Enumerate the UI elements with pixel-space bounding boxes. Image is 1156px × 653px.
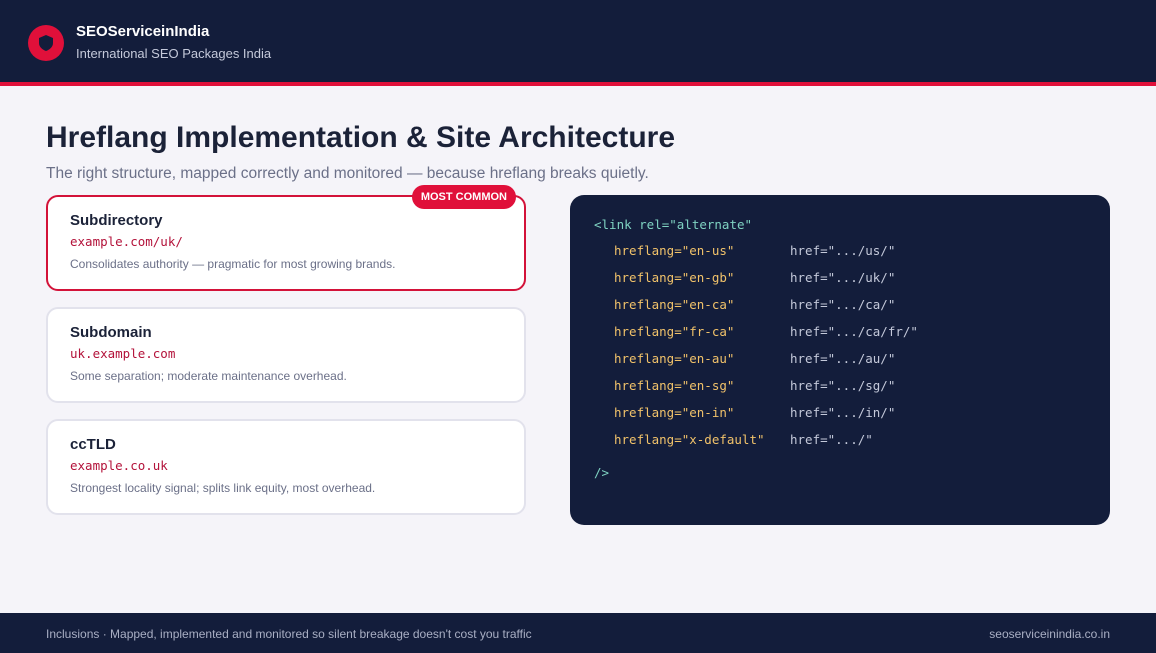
code-hreflang: hreflang="en-au" <box>614 351 735 366</box>
card-subdomain[interactable]: Subdomain uk.example.com Some separation… <box>46 307 526 403</box>
code-href: href=".../ca/fr/" <box>790 324 918 339</box>
code-hreflang: hreflang="en-ca" <box>614 297 735 312</box>
card-description: Strongest locality signal; splits link e… <box>70 481 376 495</box>
brand-logo[interactable] <box>28 25 64 61</box>
code-hreflang: hreflang="fr-ca" <box>614 324 735 339</box>
card-title: Subdomain <box>70 324 152 341</box>
card-title: Subdirectory <box>70 212 163 229</box>
code-line: hreflang="fr-ca" href=".../ca/fr/" <box>570 324 1110 340</box>
footer-website-link[interactable]: seoserviceinindia.co.in <box>989 627 1110 641</box>
card-description: Consolidates authority — pragmatic for m… <box>70 257 396 271</box>
card-title: ccTLD <box>70 436 116 453</box>
code-line: hreflang="en-in" href=".../in/" <box>570 405 1110 421</box>
brand-tagline: International SEO Packages India <box>76 46 272 61</box>
card-description: Some separation; moderate maintenance ov… <box>70 369 347 383</box>
hreflang-code-block: <link rel="alternate" hreflang="en-us" h… <box>570 195 1110 525</box>
code-hreflang: hreflang="en-sg" <box>614 378 735 393</box>
page-title: Hreflang Implementation & Site Architect… <box>46 121 676 154</box>
code-line: hreflang="en-ca" href=".../ca/" <box>570 297 1110 313</box>
footer-inclusions: Inclusions · Mapped, implemented and mon… <box>46 627 532 641</box>
code-open-tag: <link rel="alternate" <box>594 217 753 232</box>
code-close-tag: /> <box>594 465 610 480</box>
code-href: href=".../ca/" <box>790 297 896 312</box>
card-cctld[interactable]: ccTLD example.co.uk Strongest locality s… <box>46 419 526 515</box>
card-subdirectory[interactable]: MOST COMMON Subdirectory example.com/uk/… <box>46 185 526 291</box>
code-line: hreflang="en-au" href=".../au/" <box>570 351 1110 367</box>
code-hreflang: hreflang="en-us" <box>614 243 735 258</box>
code-line: hreflang="x-default" href=".../" <box>570 432 1110 448</box>
code-href: href=".../" <box>790 432 873 447</box>
page-subtitle: The right structure, mapped correctly an… <box>46 165 649 182</box>
code-href: href=".../in/" <box>790 405 896 420</box>
card-url: example.co.uk <box>70 458 168 473</box>
brand-name[interactable]: SEOServiceinIndia <box>76 23 209 40</box>
site-footer: Inclusions · Mapped, implemented and mon… <box>0 613 1156 653</box>
code-line: hreflang="en-sg" href=".../sg/" <box>570 378 1110 394</box>
code-href: href=".../sg/" <box>790 378 896 393</box>
code-hreflang: hreflang="en-gb" <box>614 270 735 285</box>
code-href: href=".../us/" <box>790 243 896 258</box>
code-hreflang: hreflang="x-default" <box>614 432 765 447</box>
most-common-badge: MOST COMMON <box>411 185 516 209</box>
site-header: SEOServiceinIndia International SEO Pack… <box>0 0 1156 86</box>
code-line: hreflang="en-gb" href=".../uk/" <box>570 270 1110 286</box>
card-url: example.com/uk/ <box>70 234 183 249</box>
code-hreflang: hreflang="en-in" <box>614 405 735 420</box>
code-href: href=".../uk/" <box>790 270 896 285</box>
code-line: hreflang="en-us" href=".../us/" <box>570 243 1110 259</box>
card-url: uk.example.com <box>70 346 176 361</box>
code-href: href=".../au/" <box>790 351 896 366</box>
